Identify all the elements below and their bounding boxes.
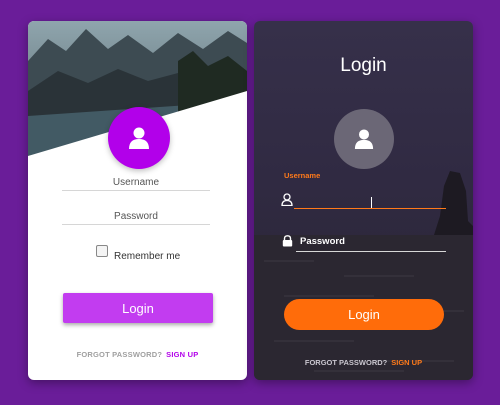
username-label: Username (284, 171, 321, 180)
password-placeholder: Password (300, 236, 345, 247)
user-icon (354, 129, 374, 149)
page-title: Login (340, 55, 387, 76)
password-placeholder: Password (114, 211, 158, 222)
avatar (108, 107, 170, 169)
login-card-light: Username Password Remember me Login FORG… (28, 21, 247, 380)
sign-up-link[interactable]: SIGN UP (166, 350, 198, 359)
username-field[interactable]: Username (62, 176, 210, 191)
footer-links: FORGOT PASSWORD? SIGN UP (28, 350, 247, 359)
lock-icon (282, 235, 293, 247)
username-placeholder: Username (112, 177, 160, 188)
forgot-password-link[interactable]: FORGOT PASSWORD? (77, 350, 163, 359)
login-card-dark: Login Username Password Login FORGOT PAS… (254, 21, 473, 380)
password-field[interactable]: Password (62, 210, 210, 225)
username-input[interactable] (294, 194, 446, 209)
footer-links: FORGOT PASSWORD? SIGN UP (254, 358, 473, 367)
login-button[interactable]: Login (63, 293, 213, 323)
forgot-password-link[interactable]: FORGOT PASSWORD? (305, 358, 387, 367)
remember-me-label: Remember me (114, 251, 181, 262)
remember-me: Remember me (96, 244, 181, 262)
remember-me-checkbox[interactable] (96, 244, 108, 257)
avatar (334, 109, 394, 169)
password-input[interactable]: Password (296, 233, 446, 252)
user-outline-icon (281, 193, 293, 206)
user-icon (129, 127, 149, 149)
sign-up-link[interactable]: SIGN UP (391, 358, 422, 367)
text-cursor (371, 197, 372, 208)
login-button[interactable]: Login (284, 299, 444, 330)
